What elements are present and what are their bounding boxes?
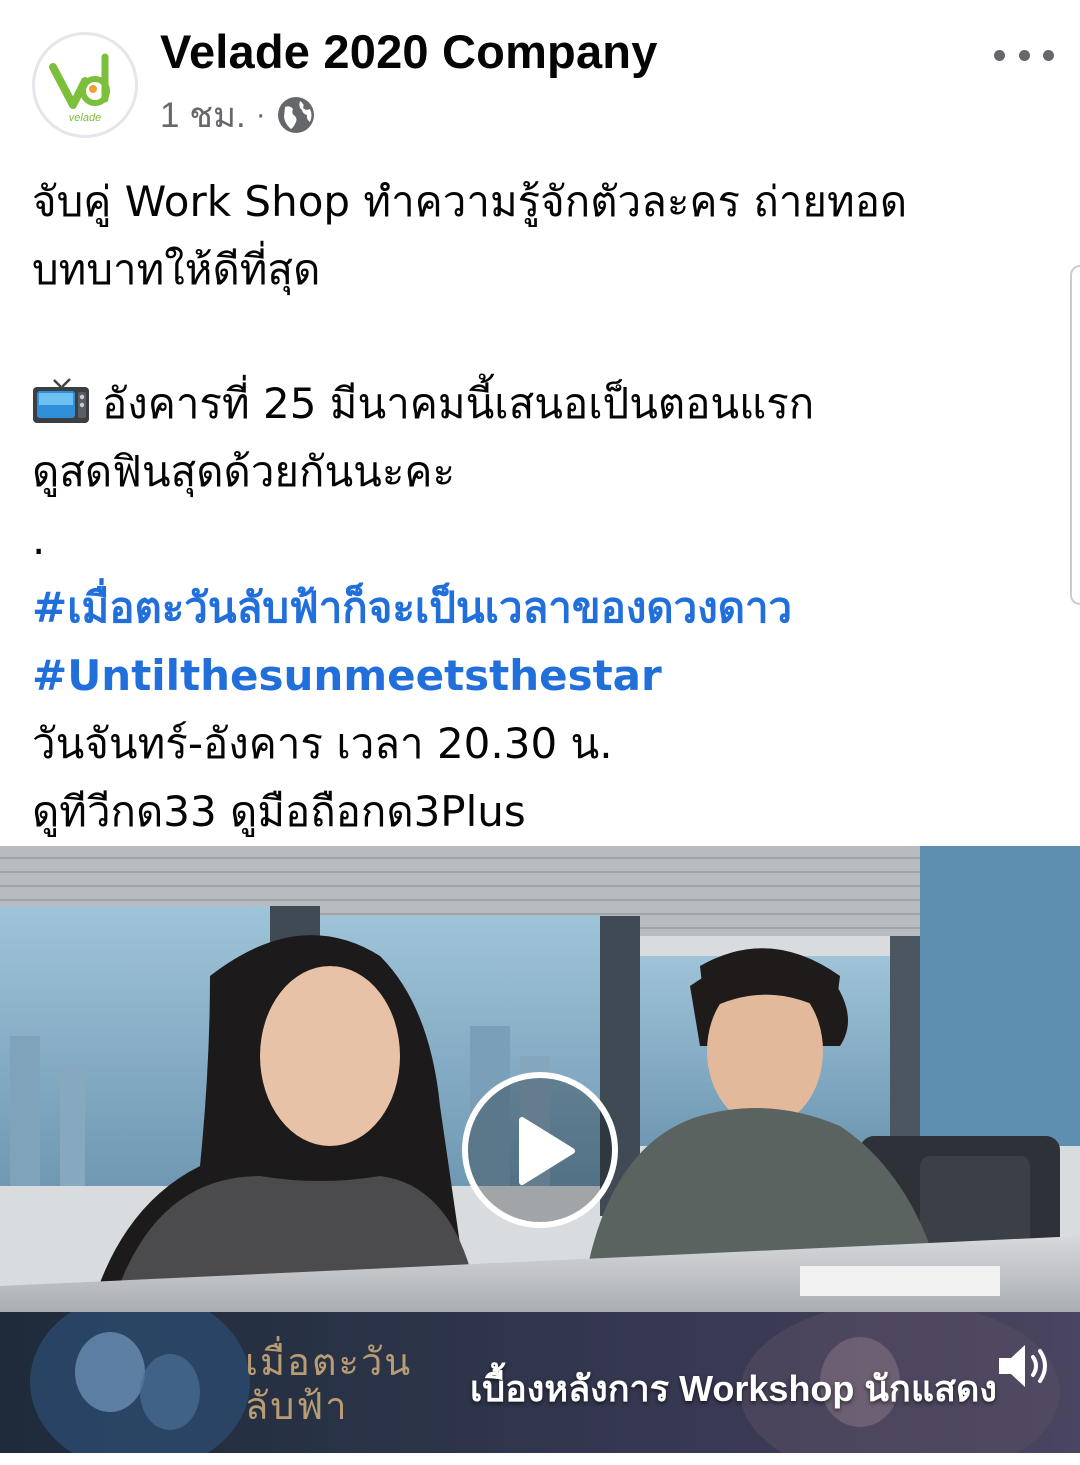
post-time[interactable]: 1 ชม. bbox=[160, 88, 246, 143]
page-name[interactable]: Velade 2020 Company bbox=[160, 24, 658, 79]
tv-icon bbox=[32, 376, 90, 423]
body-line: ดูทีวีกด33 ดูมือถือกด3Plus bbox=[32, 787, 526, 836]
volume-icon[interactable] bbox=[995, 1340, 1053, 1392]
post-header: velade Velade 2020 Company 1 ชม. · bbox=[0, 0, 1080, 150]
play-icon bbox=[519, 1117, 575, 1185]
scroll-handle[interactable] bbox=[1070, 265, 1080, 605]
banner-caption: เบื้องหลังการ Workshop นักแสดง bbox=[470, 1368, 997, 1409]
post-meta: 1 ชม. · bbox=[160, 92, 316, 138]
hashtag-link[interactable]: #Untilthesunmeetsthestar bbox=[32, 642, 1042, 710]
play-button[interactable] bbox=[462, 1072, 618, 1228]
body-line: . bbox=[32, 515, 46, 564]
avatar-text: velade bbox=[69, 112, 101, 124]
body-line: วันจันทร์-อังคาร เวลา 20.30 น. bbox=[32, 719, 613, 768]
more-dot bbox=[1043, 49, 1054, 61]
velade-logo: velade bbox=[37, 37, 133, 133]
post-body: จับคู่ Work Shop ทำความรู้จักตัวละคร ถ่า… bbox=[32, 168, 1042, 846]
body-line: ดูสดฟินสุดด้วยกันนะคะ bbox=[32, 447, 456, 496]
more-dot bbox=[1018, 49, 1030, 61]
hashtag-link[interactable]: #เมื่อตะวันลับฟ้าก็จะเป็นเวลาของดวงดาว bbox=[32, 574, 1042, 642]
body-line: จับคู่ Work Shop ทำความรู้จักตัวละคร ถ่า… bbox=[32, 177, 908, 226]
body-text: อังคารที่ 25 มีนาคมนี้เสนอเป็นตอนแรก bbox=[102, 379, 815, 428]
more-options-button[interactable] bbox=[994, 38, 1054, 72]
body-line: บทบาทให้ดีที่สุด bbox=[32, 245, 321, 294]
globe-icon bbox=[276, 95, 316, 135]
body-line: อังคารที่ 25 มีนาคมนี้เสนอเป็นตอนแรก bbox=[32, 370, 1042, 438]
more-horizontal-icon bbox=[994, 49, 1005, 61]
meta-separator: · bbox=[255, 98, 266, 131]
show-logo: เมื่อตะวัน ลับฟ้า bbox=[245, 1340, 413, 1428]
video-banner: เมื่อตะวัน ลับฟ้า เบื้องหลังการ Workshop… bbox=[0, 1312, 1080, 1453]
post-divider bbox=[0, 1453, 1080, 1465]
page-avatar[interactable]: velade bbox=[32, 32, 138, 138]
